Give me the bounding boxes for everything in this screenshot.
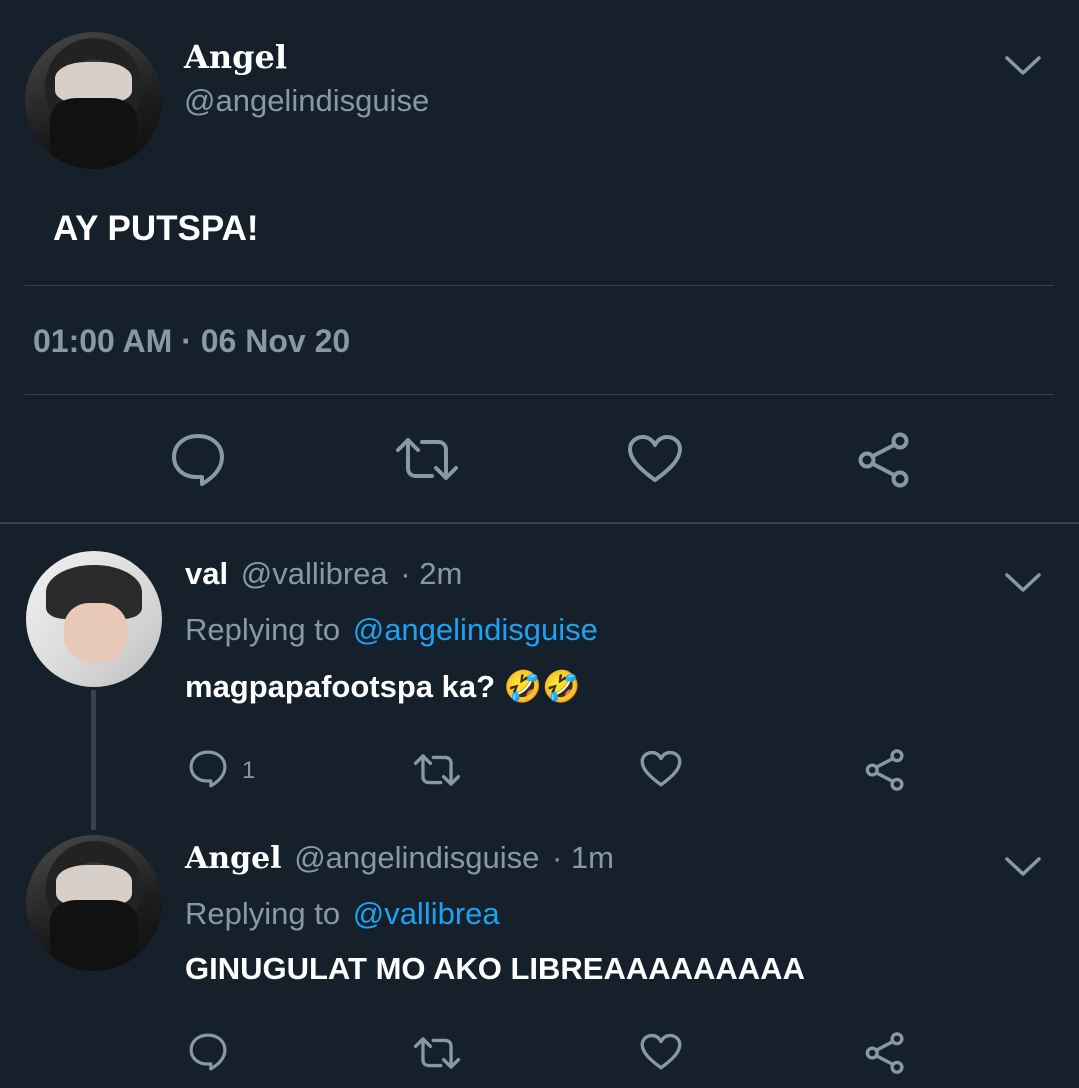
retweet-icon[interactable] <box>414 1036 460 1070</box>
chevron-down-icon[interactable] <box>1004 54 1042 78</box>
avatar[interactable] <box>25 32 162 169</box>
reply-icon[interactable] <box>188 1033 228 1071</box>
share-icon[interactable] <box>864 749 906 791</box>
mention-link[interactable]: @angelindisguise <box>353 612 598 647</box>
handle[interactable]: @angelindisguise <box>184 83 429 119</box>
retweet-icon[interactable] <box>396 436 458 482</box>
divider <box>25 285 1054 286</box>
section-divider <box>0 522 1079 524</box>
reply-count: 1 <box>242 757 256 784</box>
chevron-down-icon[interactable] <box>1004 855 1042 879</box>
heart-icon[interactable] <box>627 434 683 484</box>
replying-to: Replying to @vallibrea <box>185 896 500 932</box>
reply-header: Angel @angelindisguise · 1m <box>185 840 614 876</box>
divider <box>25 394 1054 395</box>
tweet-text: AY PUTSPA! <box>53 209 259 248</box>
avatar[interactable] <box>26 551 162 687</box>
display-name[interactable]: Angel <box>185 841 282 876</box>
replying-to-label: Replying to <box>185 612 341 647</box>
reply-icon[interactable] <box>188 750 228 788</box>
tweet-text: GINUGULAT MO AKO LIBREAAAAAAAAA <box>185 951 805 986</box>
avatar[interactable] <box>26 835 162 971</box>
handle[interactable]: @angelindisguise <box>294 840 539 875</box>
timestamp[interactable]: · 1m <box>552 840 614 875</box>
handle[interactable]: @vallibrea <box>241 556 388 591</box>
timestamp[interactable]: · 2m <box>400 556 462 591</box>
reply-icon[interactable] <box>170 433 226 487</box>
tweet-text: magpapafootspa ka? 🤣🤣 <box>185 669 581 704</box>
mention-link[interactable]: @vallibrea <box>353 896 500 931</box>
retweet-icon[interactable] <box>414 753 460 787</box>
heart-icon[interactable] <box>640 750 682 788</box>
heart-icon[interactable] <box>640 1033 682 1071</box>
thread-line <box>91 690 96 830</box>
timestamp[interactable]: 01:00 AM · 06 Nov 20 <box>33 323 350 360</box>
display-name[interactable]: val <box>185 556 228 591</box>
share-icon[interactable] <box>864 1032 906 1074</box>
display-name[interactable]: Angel <box>184 38 287 76</box>
chevron-down-icon[interactable] <box>1004 571 1042 595</box>
replying-to-label: Replying to <box>185 896 341 931</box>
share-icon[interactable] <box>856 432 912 488</box>
replying-to: Replying to @angelindisguise <box>185 612 598 648</box>
reply-header: val @vallibrea · 2m <box>185 556 462 592</box>
